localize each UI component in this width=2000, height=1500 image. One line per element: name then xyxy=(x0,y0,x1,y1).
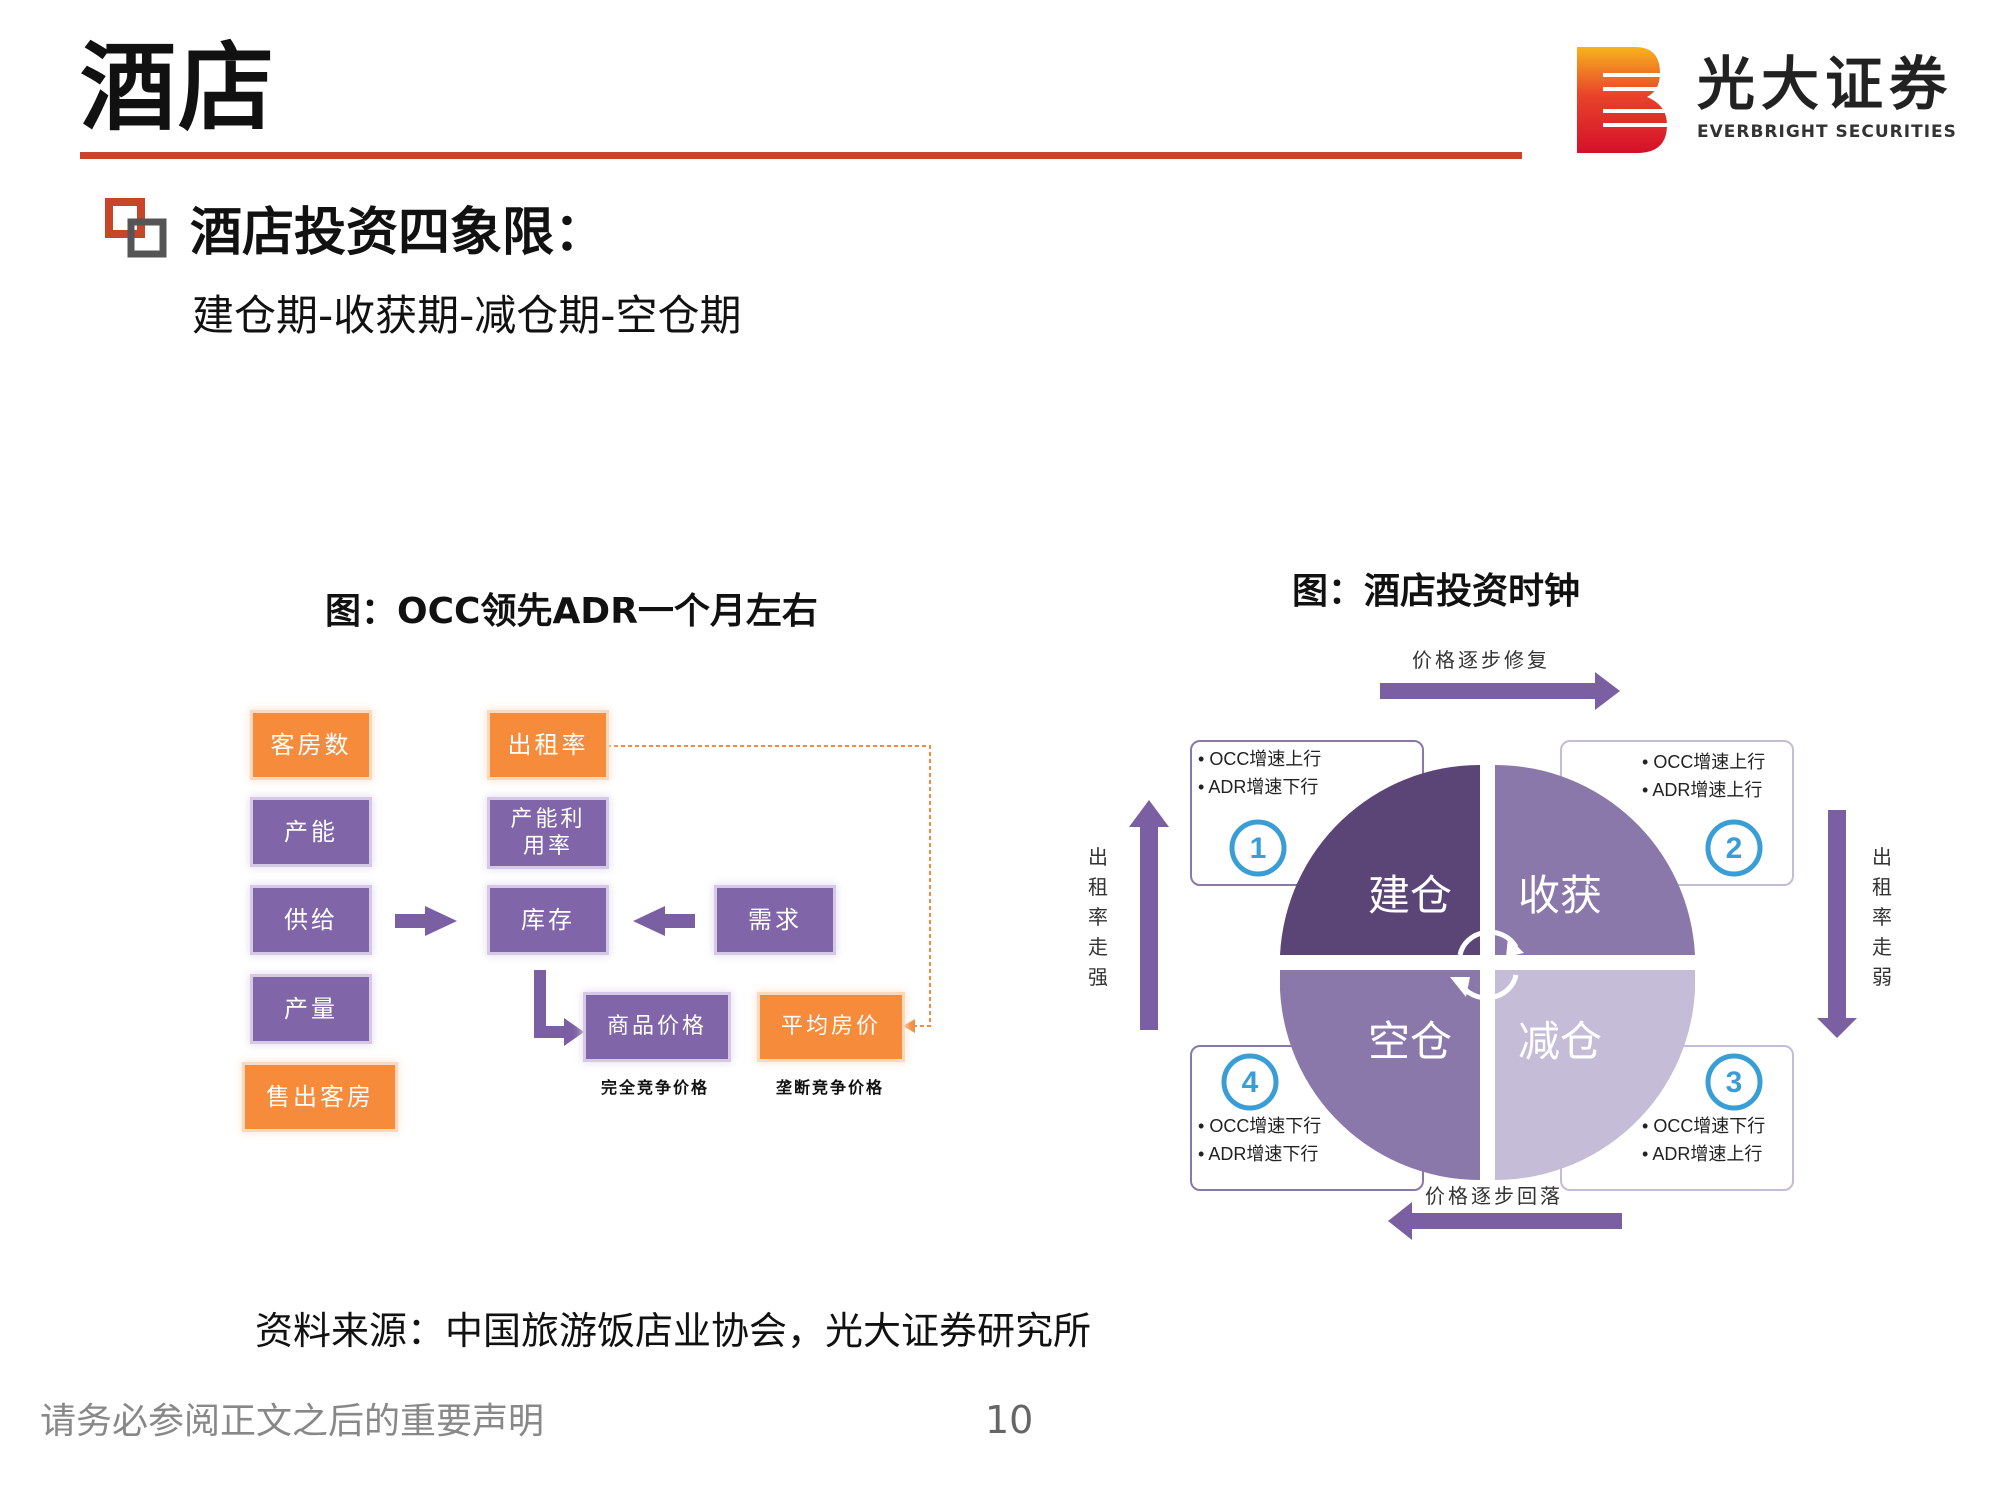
arrow-label-left: 出租率走强 xyxy=(1088,845,1108,989)
arrow-up-icon xyxy=(1129,800,1169,1030)
arrow-label-top: 价格逐步修复 xyxy=(1412,648,1550,672)
arrow-down-icon xyxy=(1817,810,1857,1038)
arrow-label-bottom: 价格逐步回落 xyxy=(1425,1184,1563,1208)
arrow-label-right: 出租率走弱 xyxy=(1872,845,1892,989)
arrow-right-icon xyxy=(1380,672,1620,710)
source-note: 资料来源：中国旅游饭店业协会，光大证券研究所 xyxy=(255,1309,1092,1353)
page-number: 10 xyxy=(985,1398,1034,1442)
footer-disclaimer: 请务必参阅正文之后的重要声明 xyxy=(40,1401,545,1442)
clock-arrows xyxy=(1129,672,1857,1240)
